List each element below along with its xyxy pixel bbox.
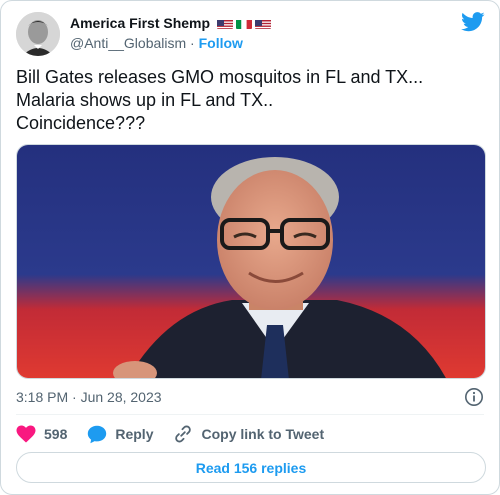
link-icon — [175, 425, 192, 443]
tweet-text: Bill Gates releases GMO mosquitos in FL … — [16, 67, 424, 133]
avatar-image — [16, 12, 60, 56]
follow-button[interactable]: Follow — [199, 35, 243, 51]
photo-image — [17, 145, 485, 378]
read-replies-button[interactable]: Read 156 replies — [16, 452, 486, 483]
us-flag-icon — [255, 18, 272, 29]
italy-flag-icon — [236, 18, 253, 29]
tweet-header: America First Shemp @Anti__Globalism · F… — [16, 12, 485, 56]
tweet-timestamp[interactable]: 3:18 PM · Jun 28, 2023 — [16, 389, 162, 405]
avatar[interactable] — [16, 12, 60, 56]
speech-bubble-icon — [88, 425, 107, 443]
info-icon[interactable] — [464, 387, 484, 407]
heart-icon — [16, 425, 36, 443]
name-line: America First Shemp — [70, 15, 272, 31]
tweet-meta-row: 3:18 PM · Jun 28, 2023 — [16, 387, 484, 407]
us-flag-icon — [217, 18, 234, 29]
read-replies-label: Read 156 replies — [195, 459, 307, 476]
display-name[interactable]: America First Shemp — [70, 15, 210, 31]
like-count: 598 — [44, 426, 68, 442]
copy-link-label: Copy link to Tweet — [201, 426, 325, 442]
handle-line: @Anti__Globalism · Follow — [70, 35, 243, 51]
flag-emojis — [217, 18, 272, 29]
user-handle[interactable]: @Anti__Globalism — [70, 35, 186, 51]
copy-link-button[interactable]: Copy link to Tweet — [173, 424, 324, 444]
tweet-embed-card: America First Shemp @Anti__Globalism · F… — [0, 0, 500, 495]
twitter-bird-icon[interactable] — [461, 12, 485, 32]
tweet-media-photo[interactable] — [16, 144, 486, 379]
divider — [16, 414, 484, 415]
reply-label: Reply — [115, 426, 154, 442]
like-button[interactable]: 598 — [16, 425, 67, 443]
separator: · — [186, 35, 199, 51]
reply-button[interactable]: Reply — [87, 425, 153, 444]
tweet-actions: 598 Reply Copy link to Tweet — [16, 423, 344, 445]
